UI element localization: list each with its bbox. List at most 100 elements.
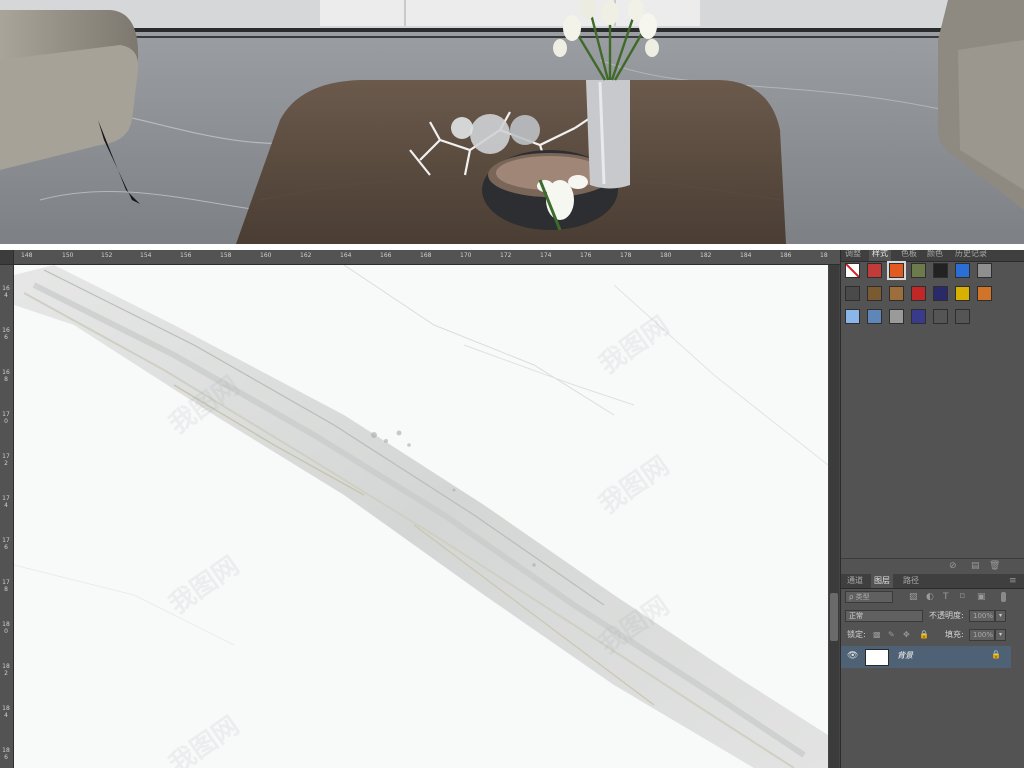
tab-channels[interactable]: 通道 <box>847 574 863 588</box>
type-filter-icon[interactable]: T <box>943 591 949 603</box>
ruler-tick: 186 <box>780 252 792 259</box>
panel-menu-icon[interactable]: ≡ <box>1009 575 1017 587</box>
style-swatch[interactable] <box>911 263 926 278</box>
document-canvas[interactable]: 我图网 我图网 我图网 我图网 我图网 我图网 <box>14 265 828 768</box>
layer-filter-label: ρ 类型 <box>849 593 870 601</box>
visibility-eye-icon[interactable]: 👁 <box>847 651 858 661</box>
fill-field[interactable]: 100% <box>969 629 995 641</box>
style-swatch[interactable] <box>867 263 882 278</box>
styles-panel-tabs: 调整 样式 色板 颜色 历史记录 <box>841 250 1024 262</box>
no-style-icon <box>846 264 859 277</box>
tab-paths[interactable]: 路径 <box>903 574 919 588</box>
layer-name[interactable]: 背景 <box>897 650 913 661</box>
ruler-tick: 162 <box>300 252 312 259</box>
lock-label: 锁定: <box>847 630 866 639</box>
clear-style-icon[interactable]: ⊘ <box>949 560 957 572</box>
ruler-origin[interactable] <box>0 250 14 264</box>
ruler-tick: 174 <box>540 252 552 259</box>
delete-style-icon[interactable]: 🗑 <box>989 560 1000 572</box>
style-swatch[interactable] <box>933 263 948 278</box>
ruler-tick: 178 <box>2 579 10 593</box>
ruler-tick: 152 <box>101 252 113 259</box>
ruler-tick: 164 <box>340 252 352 259</box>
right-panel-dock: 调整 样式 色板 颜色 历史记录 ⊘ ▤ 🗑 通道 图层 路径 ≡ ρ 类型 ▨… <box>840 250 1024 768</box>
style-swatch[interactable] <box>889 309 904 324</box>
horizontal-ruler[interactable]: 148 150 152 154 156 158 160 162 164 166 … <box>0 250 840 265</box>
ruler-tick: 18 <box>820 252 828 259</box>
vertical-scrollbar[interactable] <box>829 265 839 768</box>
blend-mode-select[interactable]: 正常 <box>845 610 923 622</box>
image-filter-icon[interactable]: ▨ <box>909 591 918 603</box>
ruler-tick: 168 <box>420 252 432 259</box>
style-swatch-none[interactable] <box>845 263 860 278</box>
ruler-tick: 172 <box>500 252 512 259</box>
fill-label: 填充: <box>945 630 964 639</box>
layer-row-background[interactable]: 👁 背景 🔒 <box>841 646 1011 668</box>
ruler-tick: 180 <box>2 621 10 635</box>
ruler-tick: 174 <box>2 495 10 509</box>
style-swatch[interactable] <box>933 309 948 324</box>
layer-thumbnail <box>865 649 889 666</box>
photoshop-workspace: 148 150 152 154 156 158 160 162 164 166 … <box>0 250 1024 768</box>
style-swatch[interactable] <box>889 286 904 301</box>
ruler-tick: 158 <box>220 252 232 259</box>
marble-texture <box>14 265 828 768</box>
ruler-tick: 160 <box>260 252 272 259</box>
ruler-tick: 166 <box>2 327 10 341</box>
style-swatch[interactable] <box>977 286 992 301</box>
tab-adjustments[interactable]: 调整 <box>845 250 861 261</box>
ruler-tick: 156 <box>180 252 192 259</box>
opacity-dropdown-button[interactable]: ▾ <box>995 610 1006 622</box>
ruler-tick: 186 <box>2 747 10 761</box>
styles-panel-footer: ⊘ ▤ 🗑 <box>841 558 1024 573</box>
style-swatch[interactable] <box>845 286 860 301</box>
lock-all-icon[interactable]: 🔒 <box>919 629 929 641</box>
style-swatch[interactable] <box>977 263 992 278</box>
fill-value: 100% <box>973 631 994 639</box>
ruler-tick: 148 <box>21 252 33 259</box>
layers-panel-tabs: 通道 图层 路径 ≡ <box>841 574 1024 589</box>
style-swatch[interactable] <box>933 286 948 301</box>
shape-filter-icon[interactable]: ⌑ <box>960 591 965 603</box>
ruler-tick: 182 <box>2 663 10 677</box>
style-swatch[interactable] <box>911 309 926 324</box>
opacity-label: 不透明度: <box>929 611 964 620</box>
ruler-tick: 170 <box>2 411 10 425</box>
tab-layers[interactable]: 图层 <box>871 574 893 588</box>
ruler-tick: 164 <box>2 285 10 299</box>
lock-pixels-icon[interactable]: ✎ <box>888 629 895 641</box>
blend-mode-value: 正常 <box>849 612 863 620</box>
lock-position-icon[interactable]: ✥ <box>903 629 910 641</box>
ruler-tick: 176 <box>2 537 10 551</box>
tab-history[interactable]: 历史记录 <box>955 250 987 261</box>
layer-lock-icon: 🔒 <box>991 650 1001 659</box>
ruler-tick: 172 <box>2 453 10 467</box>
style-swatch[interactable] <box>867 286 882 301</box>
ruler-tick: 178 <box>620 252 632 259</box>
tab-color[interactable]: 颜色 <box>927 250 943 261</box>
opacity-field[interactable]: 100% <box>969 610 995 622</box>
new-style-icon[interactable]: ▤ <box>971 560 980 572</box>
ruler-tick: 182 <box>700 252 712 259</box>
style-swatch[interactable] <box>955 309 970 324</box>
ruler-tick: 184 <box>2 705 10 719</box>
adjustment-filter-icon[interactable]: ◐ <box>926 591 934 603</box>
scrollbar-thumb[interactable] <box>830 593 838 641</box>
style-swatch[interactable] <box>867 309 882 324</box>
fill-dropdown-button[interactable]: ▾ <box>995 629 1006 641</box>
ruler-tick: 166 <box>380 252 392 259</box>
tab-styles[interactable]: 样式 <box>869 250 891 261</box>
style-swatch[interactable] <box>845 309 860 324</box>
style-swatch-selected[interactable] <box>887 261 906 280</box>
style-swatch[interactable] <box>955 263 970 278</box>
ruler-tick: 168 <box>2 369 10 383</box>
style-swatch[interactable] <box>955 286 970 301</box>
smart-filter-icon[interactable]: ▣ <box>977 591 986 603</box>
ruler-tick: 180 <box>660 252 672 259</box>
lock-transparent-icon[interactable]: ▩ <box>873 629 881 641</box>
filter-toggle[interactable] <box>1001 592 1006 602</box>
tab-swatches[interactable]: 色板 <box>901 250 917 261</box>
style-swatch[interactable] <box>911 286 926 301</box>
vertical-ruler[interactable]: 164 166 168 170 172 174 176 178 180 182 … <box>0 265 14 768</box>
layer-filter-select[interactable]: ρ 类型 <box>845 591 893 603</box>
